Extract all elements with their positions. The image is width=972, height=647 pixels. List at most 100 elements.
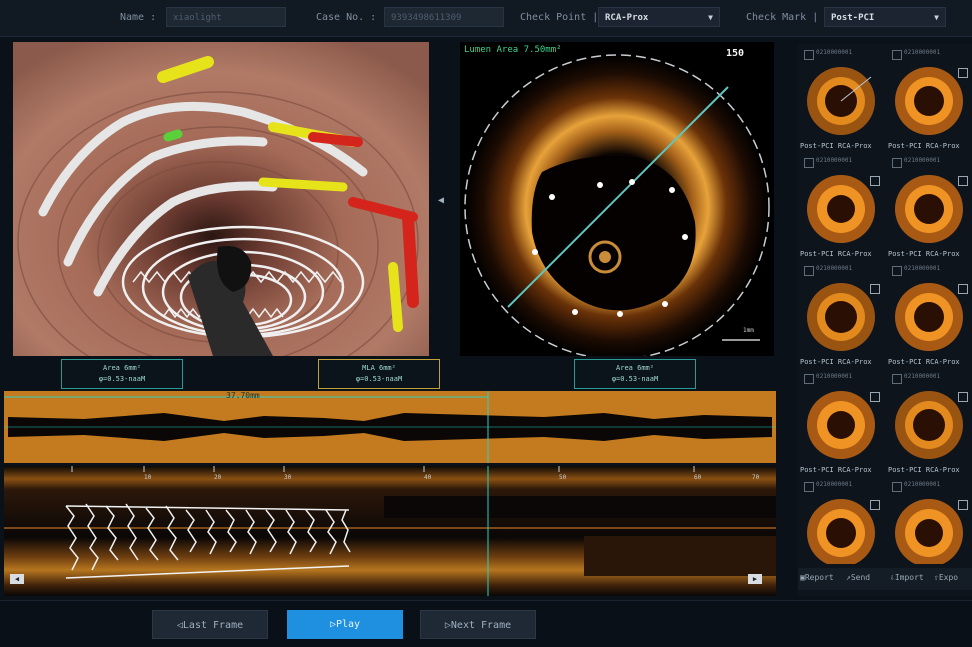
thumbnail-image: [807, 391, 875, 459]
longitudinal-oct-view[interactable]: 10 20 30 40 50 60 70 ◀ ▶: [4, 466, 776, 596]
thumbnail-frame[interactable]: 0210000001 Post-PCI RCA-Prox: [886, 368, 972, 478]
thumbnail-caption: Post-PCI RCA-Prox: [888, 142, 960, 150]
thumbnail-id: 0210000001: [816, 49, 853, 56]
thumbnail-image: [895, 175, 963, 243]
export-toolbar: ▣Report ↗Send ⇩Import ⇧Expo: [798, 568, 972, 590]
check-point-label: Check Point |: [520, 12, 599, 23]
send-label: Send: [850, 573, 871, 582]
mla-measurement-center[interactable]: MLA 6mm² φ=0.53-naaM: [318, 359, 440, 389]
report-button[interactable]: ▣Report: [800, 573, 834, 582]
tick-label: 60: [694, 474, 702, 481]
thumbnail-checkbox[interactable]: [892, 266, 902, 276]
tick-label: 10: [144, 474, 152, 481]
thumbnail-id: 0210000001: [816, 481, 853, 488]
thumbnail-checkbox[interactable]: [892, 50, 902, 60]
thumbnail-id: 0210000001: [904, 265, 941, 272]
export-label: Expo: [938, 573, 959, 582]
export-button[interactable]: ⇧Expo: [934, 573, 958, 582]
lumen-profile-graph: [4, 391, 776, 463]
scroll-right-icon[interactable]: ▶: [748, 574, 762, 584]
thumbnail-image: [895, 499, 963, 564]
oct-cross-section[interactable]: 1mm Lumen Area 7.50mm² 150: [460, 42, 774, 356]
check-point-select[interactable]: RCA-Prox ▼: [598, 7, 720, 27]
tick-label: 20: [214, 474, 222, 481]
scroll-left-icon[interactable]: ◀: [10, 574, 24, 584]
play-button[interactable]: ▷Play: [287, 610, 403, 639]
tick-label: 30: [284, 474, 292, 481]
lumen-profile-view[interactable]: 37.70mm: [4, 391, 776, 463]
thumbnail-caption: Post-PCI RCA-Prox: [800, 142, 872, 150]
thumbnail-checkbox[interactable]: [804, 482, 814, 492]
collapse-arrow-icon[interactable]: ◀: [434, 190, 448, 212]
thumbnail-image: [807, 283, 875, 351]
import-button[interactable]: ⇩Import: [890, 573, 924, 582]
measure-line1: Area 6mm²: [616, 364, 654, 372]
oct-cross-section-image: 1mm: [464, 54, 770, 356]
vessel-3d-rendering: [13, 42, 429, 356]
thumbnail-frame[interactable]: 0210000001 Post-PCI RCA-Prox: [798, 44, 884, 154]
thumbnail-image: [807, 67, 875, 135]
next-frame-label: Next Frame: [450, 620, 512, 631]
vessel-3d-view[interactable]: [13, 42, 429, 356]
case-number-label: Case No. :: [316, 12, 377, 23]
thumbnail-checkbox[interactable]: [804, 50, 814, 60]
top-toolbar: Name : xiaolight Case No. : 939349861130…: [0, 0, 972, 37]
frame-number: 150: [726, 48, 745, 59]
tick-label: 40: [424, 474, 432, 481]
thumbnail-checkbox[interactable]: [804, 266, 814, 276]
lumen-area-readout: Lumen Area 7.50mm²: [464, 45, 562, 55]
thumbnail-checkbox[interactable]: [892, 482, 902, 492]
thumbnail-frame[interactable]: 0210000001 Post-PCI RCA-Prox: [798, 152, 884, 262]
frame-thumbnail-list[interactable]: 0210000001 Post-PCI RCA-Prox 0210000001 …: [798, 44, 972, 596]
svg-text:1mm: 1mm: [743, 327, 754, 334]
thumbnail-image: [895, 391, 963, 459]
thumbnail-caption: Post-PCI RCA-Prox: [800, 466, 872, 474]
thumbnail-frame[interactable]: 0210000001 Post-PCI RCA-Prox: [886, 152, 972, 262]
thumbnail-frame[interactable]: 0210000001 Post-PCI RCA-Prox: [798, 368, 884, 478]
name-label: Name :: [120, 12, 157, 23]
thumbnail-frame[interactable]: 0210000001 Post-PCI RCA-Prox: [886, 44, 972, 154]
thumbnail-image: [895, 67, 963, 135]
case-number-field[interactable]: 9393498611309: [384, 7, 504, 27]
measure-line2: φ=0.53-naaM: [355, 375, 403, 383]
thumbnail-caption: Post-PCI RCA-Prox: [800, 358, 872, 366]
check-point-value: RCA-Prox: [605, 13, 649, 23]
thumbnail-id: 0210000001: [904, 481, 941, 488]
thumbnail-id: 0210000001: [816, 373, 853, 380]
measure-line1: Area 6mm²: [103, 364, 141, 372]
thumbnail-id: 0210000001: [904, 157, 941, 164]
thumbnail-checkbox[interactable]: [892, 374, 902, 384]
report-label: Report: [804, 573, 834, 582]
measure-line1: MLA 6mm²: [362, 364, 396, 372]
thumbnail-id: 0210000001: [904, 373, 941, 380]
thumbnail-caption: Post-PCI RCA-Prox: [888, 466, 960, 474]
import-label: Import: [894, 573, 924, 582]
measure-line2: φ=0.53-naaM: [611, 375, 659, 383]
thumbnail-frame[interactable]: 0210000001 Post-PCI RCA-Prox: [886, 260, 972, 370]
check-mark-select[interactable]: Post-PCI ▼: [824, 7, 946, 27]
check-mark-value: Post-PCI: [831, 13, 875, 23]
tick-label: 70: [752, 474, 760, 481]
send-button[interactable]: ↗Send: [846, 573, 870, 582]
thumbnail-id: 0210000001: [904, 49, 941, 56]
area-measurement-left[interactable]: Area 6mm² φ=0.53-naaM: [61, 359, 183, 389]
thumbnail-image: [807, 499, 875, 564]
thumbnail-checkbox[interactable]: [804, 158, 814, 168]
measure-line2: φ=0.53-naaM: [98, 375, 146, 383]
check-mark-label: Check Mark |: [746, 12, 819, 23]
name-field[interactable]: xiaolight: [166, 7, 286, 27]
thumbnail-caption: Post-PCI RCA-Prox: [888, 358, 960, 366]
thumbnail-image: [807, 175, 875, 243]
area-measurement-right[interactable]: Area 6mm² φ=0.53-naaM: [574, 359, 696, 389]
thumbnail-frame[interactable]: 0210000001 Post-PCI RCA-Prox: [798, 260, 884, 370]
playback-controls: ◁Last Frame ▷Play ▷Next Frame: [0, 600, 972, 647]
thumbnail-checkbox[interactable]: [804, 374, 814, 384]
thumbnail-id: 0210000001: [816, 265, 853, 272]
thumbnail-checkbox[interactable]: [892, 158, 902, 168]
chevron-down-icon: ▼: [934, 13, 939, 22]
thumbnail-caption: Post-PCI RCA-Prox: [800, 250, 872, 258]
length-marker-label: 37.70mm: [226, 391, 260, 400]
last-frame-button[interactable]: ◁Last Frame: [152, 610, 268, 639]
chevron-down-icon: ▼: [708, 13, 713, 22]
next-frame-button[interactable]: ▷Next Frame: [420, 610, 536, 639]
